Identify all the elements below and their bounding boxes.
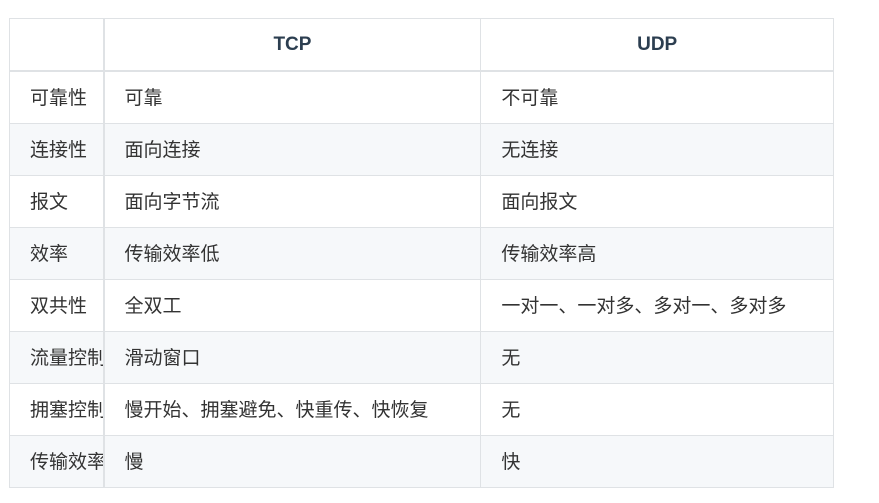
udp-cell: 传输效率高 (480, 227, 834, 280)
tcp-cell: 滑动窗口 (103, 331, 482, 384)
udp-cell: 快 (480, 435, 834, 488)
table-row: 流量控制 滑动窗口 无 (8, 331, 834, 384)
tcp-cell: 传输效率低 (103, 227, 482, 280)
tcp-cell: 面向连接 (103, 123, 482, 176)
tcp-cell: 面向字节流 (103, 175, 482, 228)
row-label: 传输效率 (8, 435, 105, 488)
udp-cell: 无 (480, 383, 834, 436)
tcp-udp-comparison-table: TCP UDP 可靠性 可靠 不可靠 连接性 面向连接 无连接 报文 面向字节流… (8, 18, 834, 488)
udp-cell: 无连接 (480, 123, 834, 176)
table-body: 可靠性 可靠 不可靠 连接性 面向连接 无连接 报文 面向字节流 面向报文 效率… (8, 70, 834, 488)
udp-cell: 无 (480, 331, 834, 384)
table-row: 连接性 面向连接 无连接 (8, 123, 834, 176)
row-label: 报文 (8, 175, 105, 228)
udp-cell: 面向报文 (480, 175, 834, 228)
tcp-cell: 可靠 (103, 70, 482, 124)
row-label: 流量控制 (8, 331, 105, 384)
row-label: 可靠性 (8, 70, 105, 124)
row-label: 双共性 (8, 279, 105, 332)
header-cell-corner (8, 18, 105, 72)
table-row: 拥塞控制 慢开始、拥塞避免、快重传、快恢复 无 (8, 383, 834, 436)
header-cell-udp: UDP (480, 18, 834, 72)
table-row: 报文 面向字节流 面向报文 (8, 175, 834, 228)
table-row: 效率 传输效率低 传输效率高 (8, 227, 834, 280)
row-label: 效率 (8, 227, 105, 280)
row-label: 连接性 (8, 123, 105, 176)
tcp-cell: 全双工 (103, 279, 482, 332)
header-row: TCP UDP (8, 18, 834, 72)
udp-cell: 不可靠 (480, 70, 834, 124)
tcp-cell: 慢 (103, 435, 482, 488)
table-header: TCP UDP (8, 18, 834, 72)
header-cell-tcp: TCP (103, 18, 482, 72)
row-label: 拥塞控制 (8, 383, 105, 436)
table-row: 双共性 全双工 一对一、一对多、多对一、多对多 (8, 279, 834, 332)
udp-cell: 一对一、一对多、多对一、多对多 (480, 279, 834, 332)
table-row: 传输效率 慢 快 (8, 435, 834, 488)
table-row: 可靠性 可靠 不可靠 (8, 70, 834, 124)
tcp-cell: 慢开始、拥塞避免、快重传、快恢复 (103, 383, 482, 436)
